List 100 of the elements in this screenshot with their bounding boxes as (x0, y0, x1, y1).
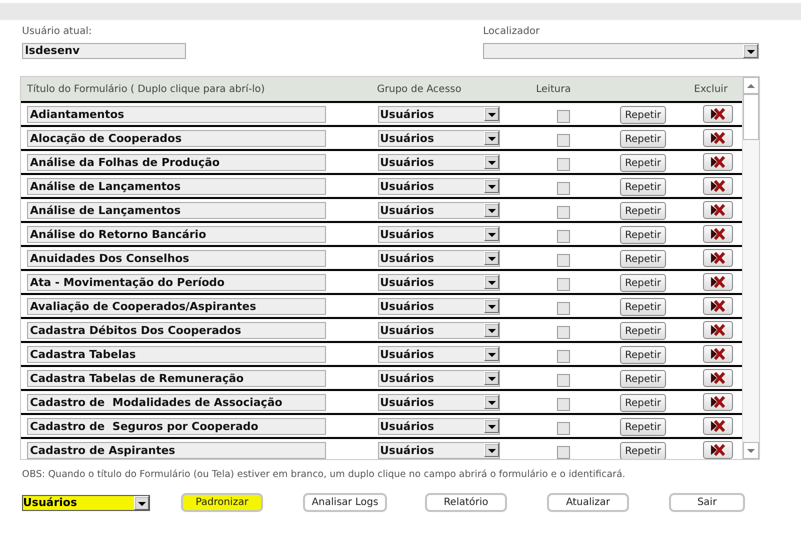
form-title-field[interactable]: Avaliação de Cooperados/Aspirantes (27, 298, 326, 314)
delete-button[interactable] (703, 441, 733, 459)
read-checkbox[interactable] (557, 134, 570, 146)
repeat-button[interactable]: Repetir (620, 442, 666, 459)
form-title-field[interactable]: Análise do Retorno Bancário (27, 226, 326, 242)
repeat-button[interactable]: Repetir (620, 226, 666, 244)
read-checkbox[interactable] (557, 110, 570, 122)
repeat-button[interactable]: Repetir (620, 322, 666, 340)
delete-icon (710, 132, 726, 144)
form-title-field[interactable]: Análise de Lançamentos (27, 202, 326, 218)
locator-label: Localizador (483, 26, 541, 39)
repeat-button[interactable]: Repetir (620, 346, 666, 364)
action-button[interactable]: Sair (669, 493, 745, 512)
column-header: Grupo de Acesso (377, 84, 462, 94)
delete-button[interactable] (703, 345, 733, 363)
read-checkbox[interactable] (557, 350, 570, 362)
repeat-button[interactable]: Repetir (620, 178, 666, 196)
current-user-label: Usuário atual: (22, 26, 93, 39)
delete-button[interactable] (703, 393, 733, 411)
access-group-dropdown[interactable]: Usuários (378, 346, 500, 362)
read-checkbox[interactable] (557, 446, 570, 458)
repeat-button[interactable]: Repetir (620, 106, 666, 124)
read-checkbox[interactable] (557, 422, 570, 434)
access-group-dropdown[interactable]: Usuários (378, 418, 500, 434)
repeat-button[interactable]: Repetir (620, 250, 666, 268)
action-button[interactable]: Relatório (425, 493, 507, 512)
locator-dropdown[interactable] (483, 43, 759, 59)
read-checkbox[interactable] (557, 302, 570, 314)
delete-button[interactable] (703, 249, 733, 267)
read-checkbox[interactable] (557, 374, 570, 386)
access-group-dropdown[interactable]: Usuários (378, 274, 500, 290)
delete-button[interactable] (703, 177, 733, 195)
delete-icon (710, 180, 726, 192)
form-title-field[interactable]: Cadastro de Aspirantes (27, 442, 326, 458)
form-title-field[interactable]: Análise da Folhas de Produção (27, 154, 326, 170)
access-group-dropdown[interactable]: Usuários (378, 130, 500, 146)
delete-button[interactable] (703, 297, 733, 315)
form-title-field[interactable]: Cadastro de Modalidades de Associação (27, 394, 326, 410)
access-group-dropdown[interactable]: Usuários (378, 394, 500, 410)
access-group-dropdown[interactable]: Usuários (378, 370, 500, 386)
form-title-field[interactable]: Anuidades Dos Conselhos (27, 250, 326, 266)
delete-icon (710, 372, 726, 384)
action-button[interactable]: Atualizar (547, 493, 629, 512)
access-group-dropdown[interactable]: Usuários (378, 178, 500, 194)
access-group-dropdown[interactable]: Usuários (378, 154, 500, 170)
scrollbar[interactable] (742, 77, 759, 459)
delete-icon (710, 108, 726, 120)
read-checkbox[interactable] (557, 398, 570, 410)
repeat-button[interactable]: Repetir (620, 418, 666, 436)
delete-icon (710, 276, 726, 288)
form-title-field[interactable]: Cadastra Tabelas (27, 346, 326, 362)
form-title-field[interactable]: Alocação de Cooperados (27, 130, 326, 146)
repeat-button[interactable]: Repetir (620, 394, 666, 412)
delete-button[interactable] (703, 201, 733, 219)
access-group-dropdown[interactable]: Usuários (378, 202, 500, 218)
form-title-field[interactable]: Análise de Lançamentos (27, 178, 326, 194)
read-checkbox[interactable] (557, 326, 570, 338)
delete-icon (710, 348, 726, 360)
access-group-dropdown[interactable]: Usuários (378, 322, 500, 338)
action-button[interactable]: Analisar Logs (303, 493, 387, 512)
delete-icon (710, 156, 726, 168)
repeat-button[interactable]: Repetir (620, 130, 666, 148)
form-title-field[interactable]: Cadastro de Seguros por Cooperado (27, 418, 326, 434)
repeat-button[interactable]: Repetir (620, 298, 666, 316)
form-title-field[interactable]: Cadastra Débitos Dos Cooperados (27, 322, 326, 338)
delete-button[interactable] (703, 129, 733, 147)
delete-button[interactable] (703, 225, 733, 243)
access-group-dropdown[interactable]: Usuários (378, 442, 500, 458)
repeat-button[interactable]: Repetir (620, 370, 666, 388)
delete-icon (710, 252, 726, 264)
read-checkbox[interactable] (557, 182, 570, 194)
repeat-button[interactable]: Repetir (620, 202, 666, 220)
column-header: Leitura (536, 84, 572, 94)
access-group-dropdown[interactable]: Usuários (378, 226, 500, 242)
delete-icon (710, 324, 726, 336)
delete-button[interactable] (703, 273, 733, 291)
access-group-dropdown[interactable]: Usuários (378, 106, 500, 122)
delete-button[interactable] (703, 417, 733, 435)
delete-button[interactable] (703, 321, 733, 339)
delete-icon (710, 444, 726, 456)
delete-button[interactable] (703, 369, 733, 387)
delete-button[interactable] (703, 105, 733, 123)
access-group-dropdown[interactable]: Usuários (378, 250, 500, 266)
repeat-button[interactable]: Repetir (620, 154, 666, 172)
read-checkbox[interactable] (557, 254, 570, 266)
form-title-field[interactable]: Cadastra Tabelas de Remuneração (27, 370, 326, 386)
form-title-field[interactable]: Adiantamentos (27, 106, 326, 122)
repeat-button[interactable]: Repetir (620, 274, 666, 292)
group-dropdown[interactable]: Usuários (22, 494, 150, 510)
form-title-field[interactable]: Ata - Movimentação do Período (27, 274, 326, 290)
read-checkbox[interactable] (557, 230, 570, 242)
action-button[interactable]: Padronizar (181, 493, 263, 512)
read-checkbox[interactable] (557, 206, 570, 218)
delete-icon (710, 204, 726, 216)
delete-icon (710, 420, 726, 432)
read-checkbox[interactable] (557, 158, 570, 170)
read-checkbox[interactable] (557, 278, 570, 290)
delete-button[interactable] (703, 153, 733, 171)
access-group-dropdown[interactable]: Usuários (378, 298, 500, 314)
current-user-field[interactable]: lsdesenv (22, 43, 186, 59)
